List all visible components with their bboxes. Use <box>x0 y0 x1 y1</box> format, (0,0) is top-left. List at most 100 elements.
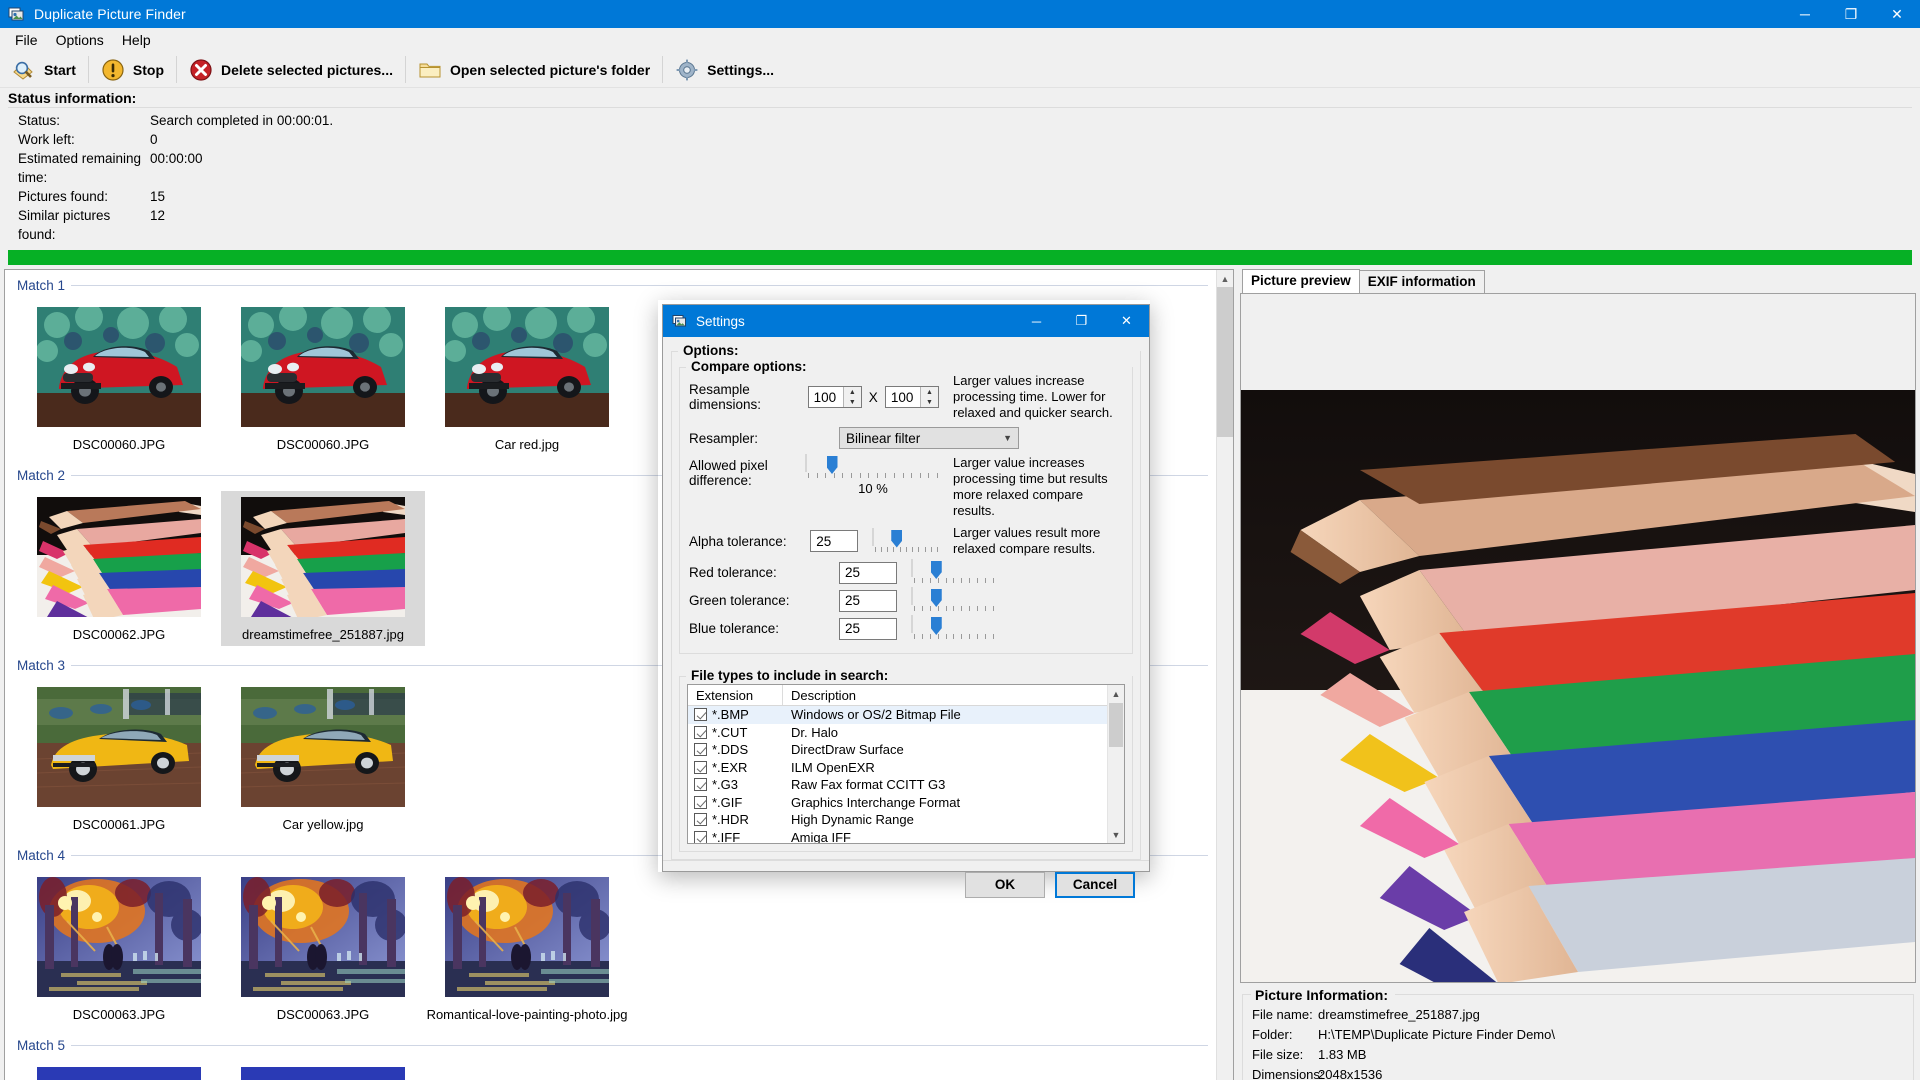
tolerance-input[interactable]: 25 <box>839 617 897 640</box>
spin-down-icon[interactable]: ▼ <box>921 397 938 407</box>
thumbnail-item[interactable] <box>17 1061 221 1080</box>
file-types-list[interactable]: Extension Description *.BMP Windows or OS… <box>687 684 1125 844</box>
tolerance-slider-thumb[interactable] <box>930 561 942 579</box>
tick <box>961 578 963 583</box>
menu-item-help[interactable]: Help <box>113 29 160 51</box>
thumbnail-item[interactable]: Car yellow.jpg <box>221 681 425 836</box>
file-types-scrollbar[interactable]: ▲ ▼ <box>1107 685 1124 843</box>
checkbox-icon[interactable] <box>694 708 707 722</box>
checkbox-icon[interactable] <box>694 760 707 774</box>
thumbnail-item[interactable]: Romantical-love-painting-photo.jpg <box>425 871 629 1026</box>
scroll-up-arrow[interactable]: ▲ <box>1217 270 1233 287</box>
file-type-row[interactable]: *.BMP Windows or OS/2 Bitmap File <box>688 706 1124 724</box>
thumbnail-item[interactable]: DSC00063.JPG <box>17 871 221 1026</box>
tick <box>924 546 926 552</box>
tolerance-slider-track[interactable] <box>911 559 942 579</box>
thumbnail-item[interactable] <box>221 1061 425 1080</box>
tolerance-slider-track[interactable] <box>871 527 903 548</box>
resampler-select[interactable]: Bilinear filter ▼ <box>839 427 1019 449</box>
checkbox-icon[interactable] <box>694 795 707 809</box>
tolerance-slider[interactable] <box>871 527 942 554</box>
checkbox-icon[interactable] <box>694 743 707 757</box>
tolerance-slider-track[interactable] <box>911 615 942 635</box>
match-thumbnail-row <box>17 1053 1208 1080</box>
open-folder-button[interactable]: Open selected picture's folder <box>406 52 662 87</box>
scroll-up-arrow[interactable]: ▲ <box>1108 685 1124 702</box>
checkbox-icon[interactable] <box>694 778 707 792</box>
thumbnail-item[interactable]: DSC00061.JPG <box>17 681 221 836</box>
tolerance-slider[interactable] <box>911 587 997 613</box>
tolerance-slider-thumb[interactable] <box>930 589 942 607</box>
checkbox-icon[interactable] <box>694 813 707 827</box>
tab-picture-preview[interactable]: Picture preview <box>1242 269 1360 293</box>
column-header-description[interactable]: Description <box>783 688 856 703</box>
tolerance-slider[interactable] <box>911 559 997 585</box>
checkbox-icon[interactable] <box>694 725 707 739</box>
file-type-row[interactable]: *.CUT Dr. Halo <box>688 724 1124 742</box>
thumbnail-item[interactable]: DSC00063.JPG <box>221 871 425 1026</box>
resample-height-input[interactable]: 100 ▲ ▼ <box>884 386 939 408</box>
resampler-row: Resampler: Bilinear filter ▼ <box>689 427 1123 449</box>
file-type-row[interactable]: *.DDS DirectDraw Surface <box>688 741 1124 759</box>
scroll-down-arrow[interactable]: ▼ <box>1108 826 1124 843</box>
file-type-row[interactable]: *.EXR ILM OpenEXR <box>688 759 1124 777</box>
folder-icon <box>418 58 442 82</box>
pixel-difference-thumb[interactable] <box>826 456 838 474</box>
spin-up-icon[interactable]: ▲ <box>844 387 861 397</box>
settings-close-button[interactable]: ✕ <box>1104 305 1149 337</box>
tick <box>874 546 876 552</box>
pictures-found-label: Pictures found: <box>18 189 109 204</box>
settings-button[interactable]: Settings... <box>663 52 786 87</box>
match-group-divider <box>71 1045 1208 1046</box>
scrollbar-thumb[interactable] <box>1109 703 1123 747</box>
settings-maximize-button[interactable]: ❐ <box>1059 305 1104 337</box>
spin-up-icon[interactable]: ▲ <box>921 387 938 397</box>
tolerance-label: Alpha tolerance: <box>689 533 787 549</box>
close-button[interactable]: ✕ <box>1874 0 1920 28</box>
thumbnail-item[interactable]: DSC00062.JPG <box>17 491 221 646</box>
scrollbar-thumb[interactable] <box>1217 287 1233 437</box>
thumbnail-item[interactable]: DSC00060.JPG <box>17 301 221 456</box>
pixel-difference-track[interactable] <box>805 454 838 474</box>
tolerance-label: Red tolerance: <box>689 565 777 580</box>
tolerance-slider-track[interactable] <box>911 587 942 607</box>
tab-exif-information[interactable]: EXIF information <box>1358 270 1485 293</box>
menu-item-options[interactable]: Options <box>47 29 113 51</box>
menu-item-file[interactable]: File <box>6 29 47 51</box>
resample-height-spinner[interactable]: ▲ ▼ <box>920 387 938 407</box>
resample-width-spinner[interactable]: ▲ ▼ <box>842 387 861 407</box>
maximize-button[interactable]: ❐ <box>1828 0 1874 28</box>
resample-width-input[interactable]: 100 ▲ ▼ <box>807 386 862 408</box>
file-type-row[interactable]: *.IFF Amiga IFF <box>688 829 1124 844</box>
cancel-button[interactable]: Cancel <box>1055 871 1135 898</box>
tolerance-slider[interactable] <box>911 615 997 641</box>
gear-icon <box>675 58 699 82</box>
picture-preview-pane[interactable] <box>1240 293 1916 983</box>
minimize-button[interactable]: ─ <box>1782 0 1828 28</box>
settings-dialog: Settings ─ ❐ ✕ Options: Compare options:… <box>662 304 1150 898</box>
spin-down-icon[interactable]: ▼ <box>844 397 861 407</box>
file-type-description: Amiga IFF <box>791 829 851 844</box>
checkbox-icon[interactable] <box>694 830 707 843</box>
thumbnail-item[interactable]: dreamstimefree_251887.jpg <box>221 491 425 646</box>
tolerance-input[interactable]: 25 <box>810 530 858 552</box>
delete-selected-pictures-button[interactable]: Delete selected pictures... <box>177 52 405 87</box>
tolerance-slider-thumb[interactable] <box>891 529 903 548</box>
ok-button[interactable]: OK <box>965 871 1045 898</box>
file-type-row[interactable]: *.HDR High Dynamic Range <box>688 811 1124 829</box>
settings-minimize-button[interactable]: ─ <box>1014 305 1059 337</box>
tolerance-value: 25 <box>845 621 861 636</box>
thumbnail-item[interactable]: Car red.jpg <box>425 301 629 456</box>
thumbnail-item[interactable]: DSC00060.JPG <box>221 301 425 456</box>
tolerance-input[interactable]: 25 <box>839 561 897 584</box>
resample-dimensions-label: Resample dimensions: <box>689 382 762 412</box>
stop-button[interactable]: Stop <box>89 52 176 87</box>
tolerance-input[interactable]: 25 <box>839 589 897 612</box>
pixel-difference-slider[interactable]: 10 % <box>805 454 941 496</box>
results-scrollbar[interactable]: ▲ ▼ <box>1216 270 1233 1080</box>
start-button[interactable]: Start <box>0 52 88 87</box>
file-type-row[interactable]: *.GIF Graphics Interchange Format <box>688 794 1124 812</box>
file-type-row[interactable]: *.G3 Raw Fax format CCITT G3 <box>688 776 1124 794</box>
column-header-extension[interactable]: Extension <box>688 685 783 705</box>
tolerance-slider-thumb[interactable] <box>930 617 942 635</box>
